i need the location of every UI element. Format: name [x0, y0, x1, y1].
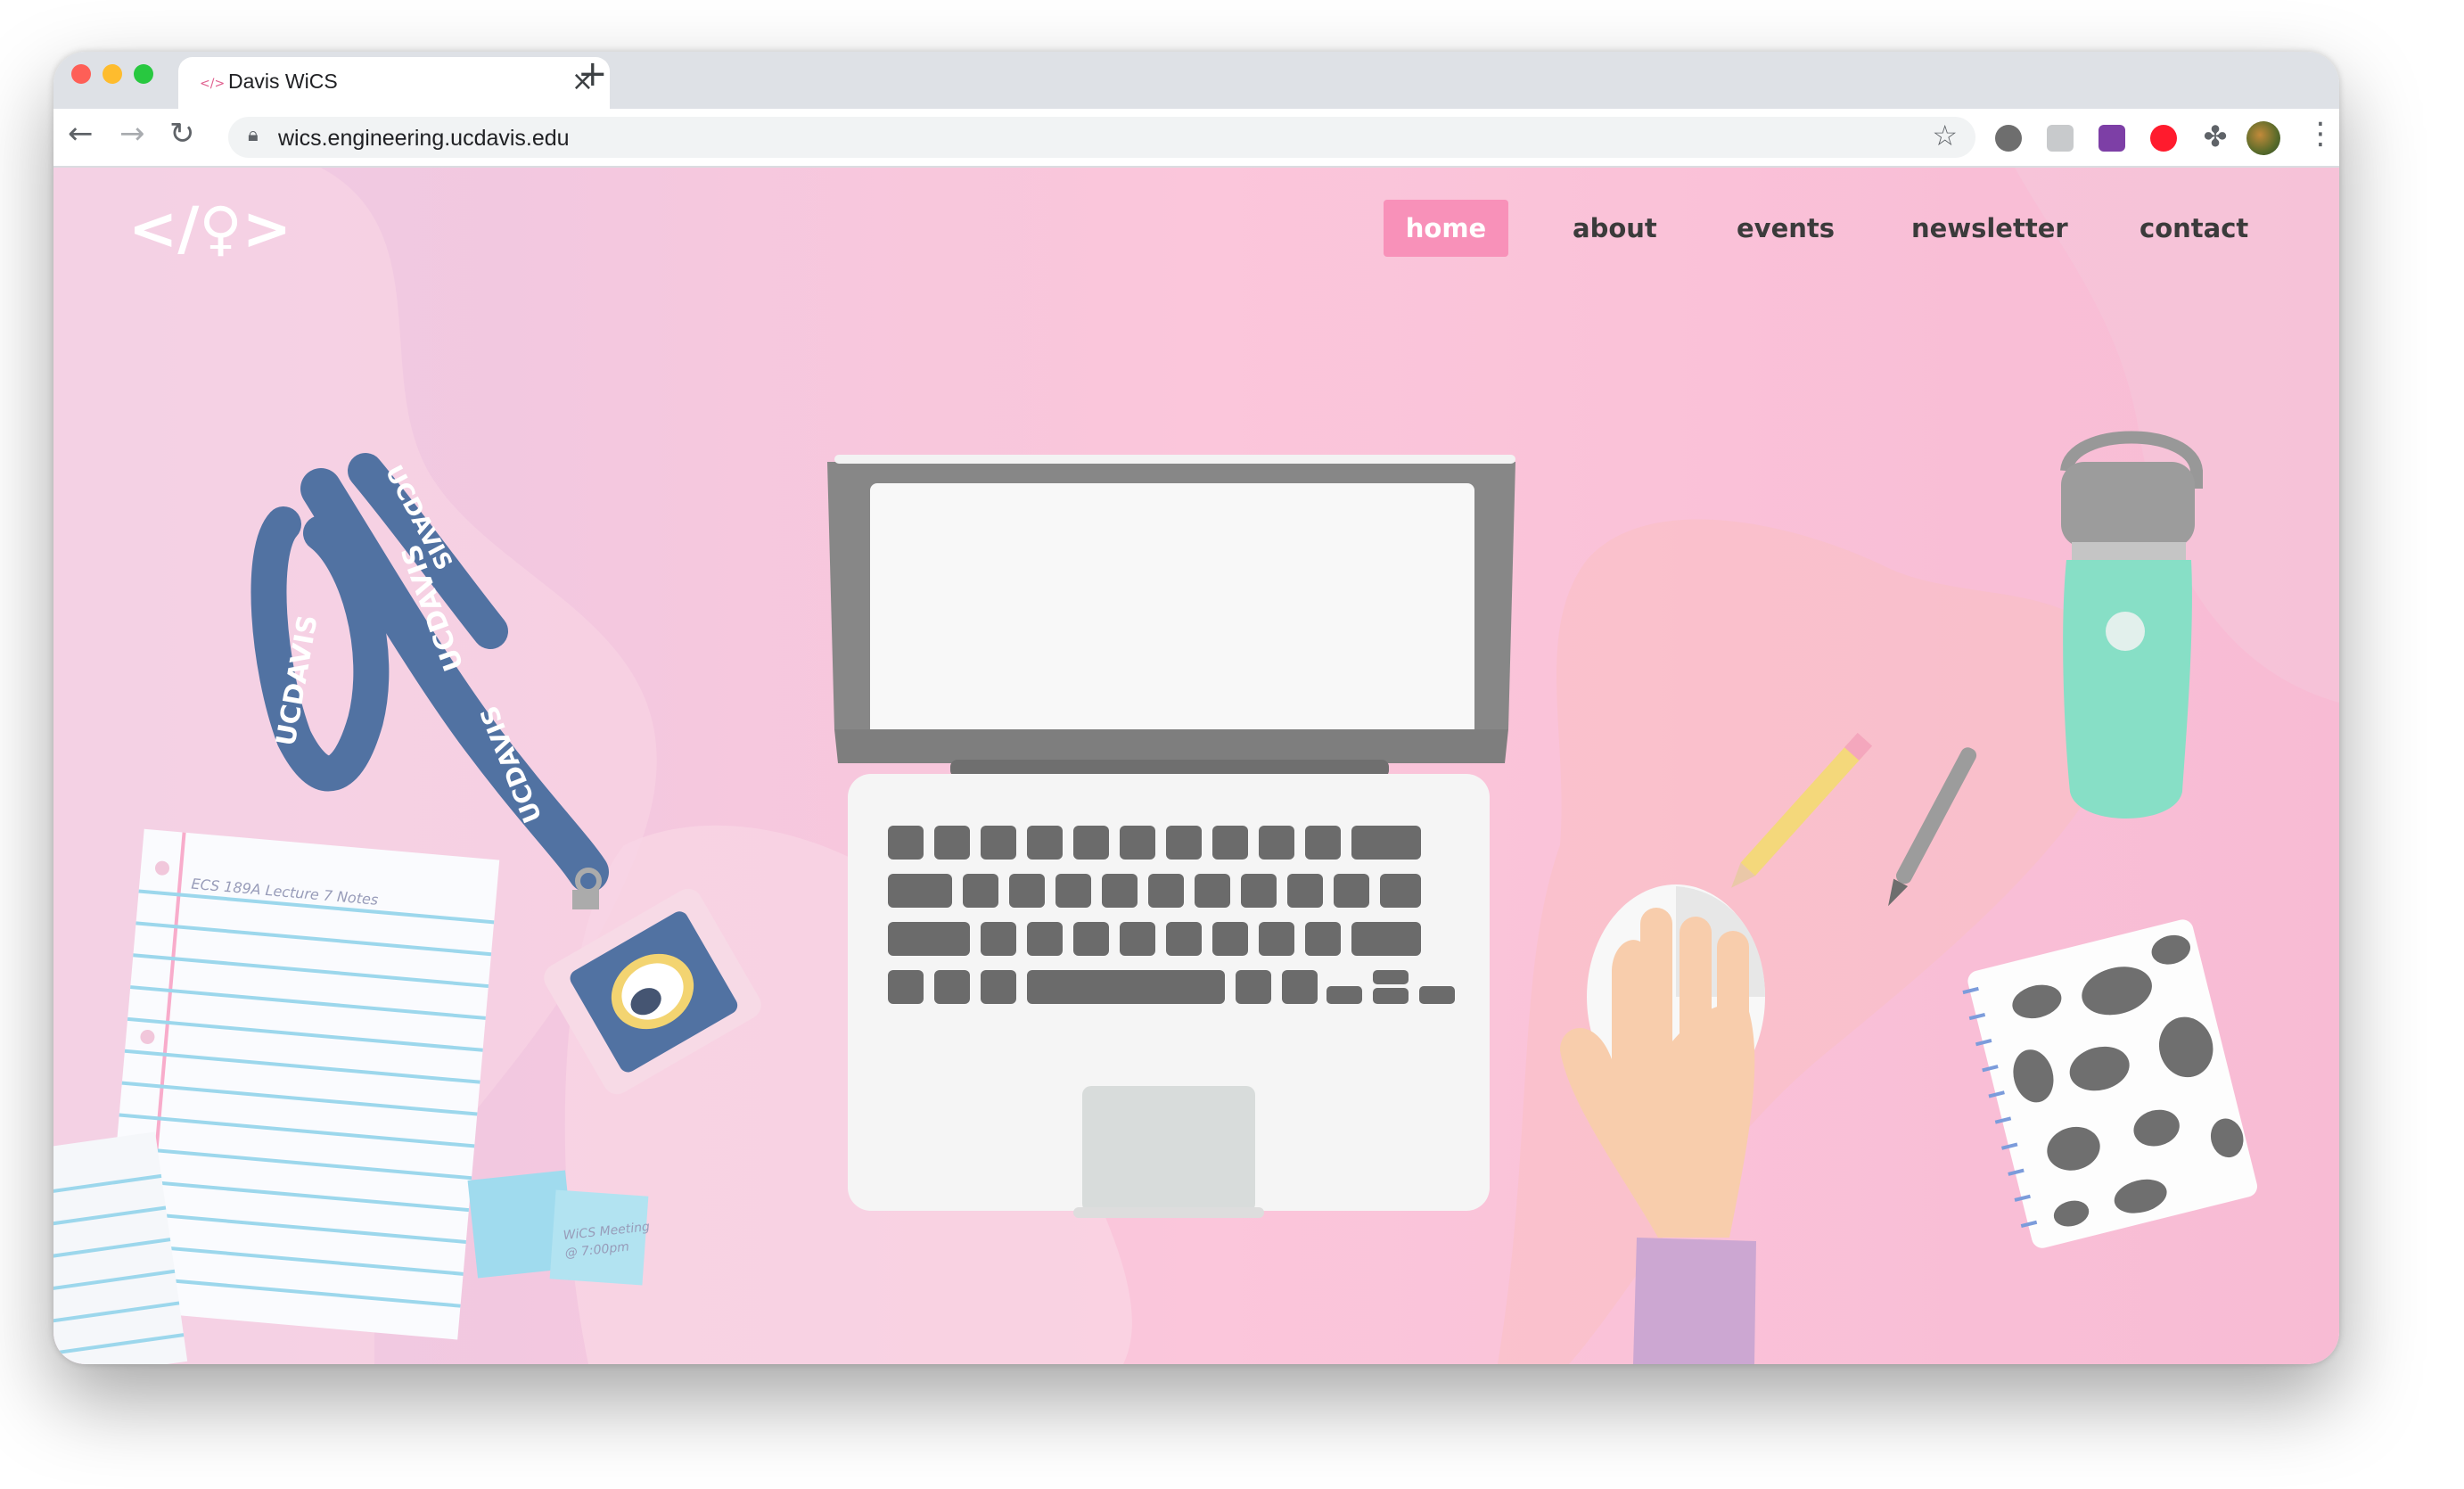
extension-icon[interactable] [2047, 125, 2074, 152]
browser-tab[interactable]: </> Davis WiCS × [178, 57, 610, 109]
nav-about-link[interactable]: about [1573, 200, 1657, 257]
minimize-window-button[interactable] [103, 64, 122, 84]
browser-toolbar: ← → ↻ 🔒︎ wics.engineering.ucdavis.edu ☆ … [53, 109, 2339, 168]
nav-events-link[interactable]: events [1737, 200, 1835, 257]
maximize-window-button[interactable] [134, 64, 153, 84]
back-arrow-icon[interactable]: ← [68, 116, 94, 152]
kebab-menu-icon[interactable]: ⋮ [2305, 116, 2336, 152]
forward-arrow-icon[interactable]: → [119, 116, 145, 152]
extension-icon[interactable] [2099, 125, 2125, 152]
nav-contact-link[interactable]: contact [2140, 200, 2248, 257]
close-window-button[interactable] [71, 64, 91, 84]
desk-illustration: UCDAVIS UCDAVIS UCDAVIS UCDAVIS ECS 189A… [53, 168, 2339, 1364]
nav-home-link[interactable]: home [1384, 200, 1508, 257]
lock-icon: 🔒︎ [248, 124, 259, 146]
wics-website: UCDAVIS UCDAVIS UCDAVIS UCDAVIS ECS 189A… [53, 168, 2339, 1364]
tab-title: Davis WiCS [228, 70, 338, 93]
wics-logo[interactable]: </♀> [128, 194, 292, 263]
url-text[interactable]: wics.engineering.ucdavis.edu [278, 126, 570, 152]
extension-icon[interactable] [2150, 125, 2177, 152]
reload-icon[interactable]: ↻ [169, 116, 195, 152]
extension-icon[interactable] [1995, 125, 2022, 152]
address-bar[interactable]: 🔒︎ wics.engineering.ucdavis.edu ☆ [228, 117, 1975, 158]
tab-strip: </> Davis WiCS × + [53, 52, 2339, 109]
nav-newsletter-link[interactable]: newsletter [1911, 200, 2068, 257]
profile-avatar[interactable] [2246, 121, 2280, 155]
favicon-icon: </> [200, 77, 226, 91]
puzzle-extensions-icon[interactable]: ✤ [2200, 121, 2230, 152]
browser-window: </> Davis WiCS × + ← → ↻ 🔒︎ wics.enginee… [53, 52, 2339, 1364]
bookmark-star-icon[interactable]: ☆ [1932, 119, 1958, 152]
faded-overlay [53, 168, 2339, 1364]
new-tab-icon[interactable]: + [578, 53, 608, 95]
